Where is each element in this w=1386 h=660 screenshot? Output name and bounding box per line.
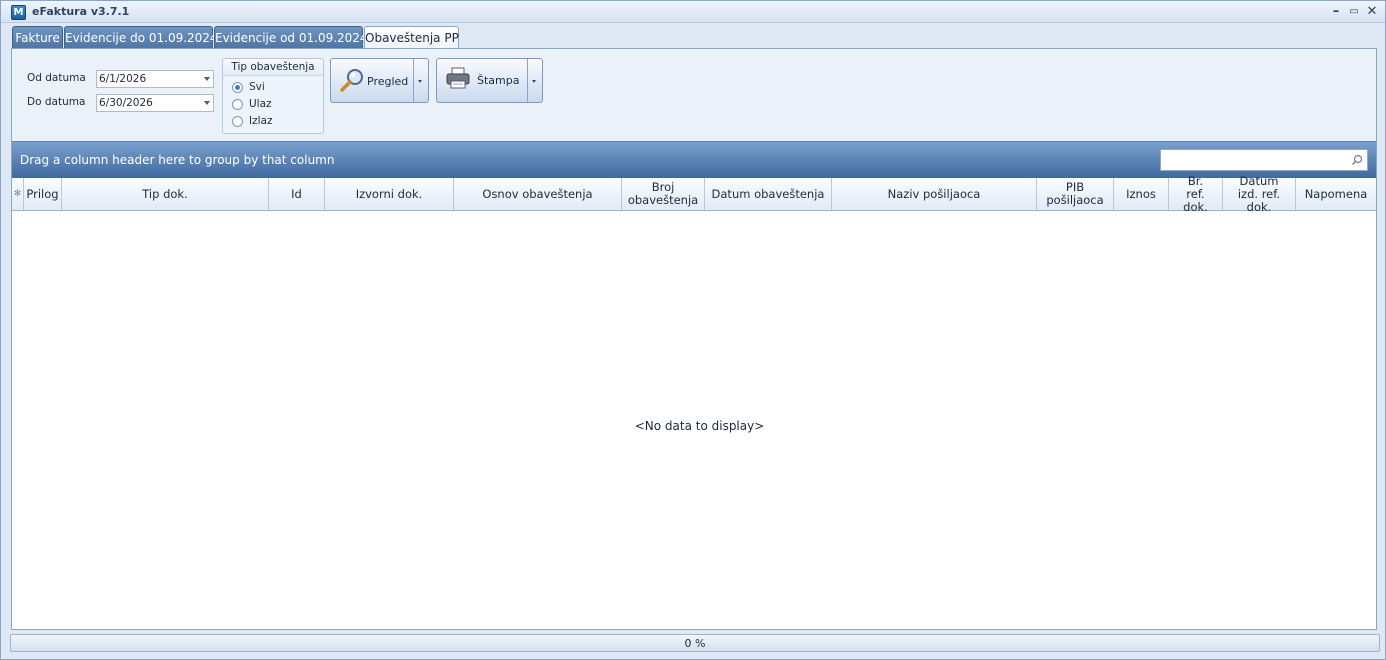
- to-date-input[interactable]: 6/30/2026: [96, 94, 214, 112]
- print-button[interactable]: Štampa: [437, 59, 528, 102]
- column-header-pib-posiljaoca[interactable]: PIB pošiljaoca: [1037, 178, 1114, 210]
- new-row-indicator-icon[interactable]: ✻: [12, 178, 24, 210]
- radio-label: Svi: [249, 81, 265, 93]
- magnifier-icon: [340, 69, 363, 92]
- column-header-datum-izd-ref-dok[interactable]: Datum izd. ref. dok.: [1223, 174, 1296, 213]
- radio-icon[interactable]: [232, 99, 243, 110]
- grid-header: ✻ Prilog Tip dok. Id Izvorni dok. Osnov …: [12, 174, 1376, 213]
- progress-bar: 0 %: [10, 634, 1380, 652]
- print-split-button[interactable]: Štampa: [436, 58, 543, 103]
- preview-split-button[interactable]: Pregled: [330, 58, 429, 103]
- preview-dropdown-arrow[interactable]: [413, 59, 428, 102]
- print-dropdown-arrow[interactable]: [527, 59, 542, 102]
- preview-button[interactable]: Pregled: [331, 59, 414, 102]
- tab-evidencije-do[interactable]: Evidencije do 01.09.2024: [64, 26, 218, 49]
- column-header-iznos[interactable]: Iznos: [1114, 178, 1169, 210]
- group-by-hint: Drag a column header here to group by th…: [20, 153, 335, 167]
- from-date-value: 6/1/2026: [99, 73, 147, 85]
- group-by-panel[interactable]: Drag a column header here to group by th…: [12, 141, 1376, 178]
- printer-icon: [446, 67, 470, 89]
- column-header-id[interactable]: Id: [269, 178, 325, 210]
- app-window: M eFaktura v3.7.1 – ▭ ✕ Fakture Evidenci…: [0, 0, 1386, 660]
- column-header-tip-dok[interactable]: Tip dok.: [62, 178, 269, 210]
- empty-grid-message: <No data to display>: [634, 419, 765, 433]
- to-date-value: 6/30/2026: [99, 97, 153, 109]
- tab-fakture[interactable]: Fakture: [12, 26, 63, 49]
- content-panel: Od datuma 6/1/2026 Do datuma 6/30/2026 T…: [11, 48, 1377, 630]
- title-bar[interactable]: M eFaktura v3.7.1 – ▭ ✕: [1, 1, 1385, 23]
- grid-search-input[interactable]: [1160, 149, 1368, 171]
- column-header-napomena[interactable]: Napomena: [1296, 178, 1376, 210]
- grid-body[interactable]: <No data to display>: [12, 211, 1376, 629]
- tab-obavestenja-pp[interactable]: Obaveštenja PP: [364, 26, 459, 50]
- radio-label: Izlaz: [249, 115, 273, 127]
- app-logo-icon: M: [11, 5, 26, 20]
- column-header-broj-obavestenja[interactable]: Broj obaveštenja: [622, 178, 705, 210]
- column-header-izvorni-dok[interactable]: Izvorni dok.: [325, 178, 454, 210]
- search-icon[interactable]: [1351, 154, 1363, 166]
- chevron-down-icon[interactable]: [204, 77, 210, 81]
- radio-icon[interactable]: [232, 116, 243, 127]
- maximize-icon[interactable]: ▭: [1346, 4, 1362, 20]
- from-date-input[interactable]: 6/1/2026: [96, 70, 214, 88]
- column-header-datum-obavestenja[interactable]: Datum obaveštenja: [705, 178, 832, 210]
- notice-type-title: Tip obaveštenja: [223, 59, 323, 76]
- print-label: Štampa: [477, 74, 520, 87]
- column-header-osnov-obavestenja[interactable]: Osnov obaveštenja: [454, 178, 622, 210]
- to-date-label: Do datuma: [27, 96, 86, 108]
- window-title: eFaktura v3.7.1: [32, 5, 130, 18]
- notice-type-group: Tip obaveštenja Svi Ulaz Izlaz: [222, 58, 324, 134]
- column-header-br-ref-dok[interactable]: Br. ref. dok.: [1169, 174, 1223, 213]
- radio-selected-icon[interactable]: [232, 82, 243, 93]
- tab-evidencije-od[interactable]: Evidencije od 01.09.2024: [214, 26, 368, 49]
- from-date-label: Od datuma: [27, 72, 86, 84]
- close-icon[interactable]: ✕: [1364, 4, 1380, 20]
- preview-label: Pregled: [367, 75, 409, 88]
- column-header-prilog[interactable]: Prilog: [24, 178, 62, 210]
- minimize-icon[interactable]: –: [1328, 4, 1344, 20]
- progress-text: 0 %: [684, 637, 706, 650]
- column-header-naziv-posiljaoca[interactable]: Naziv pošiljaoca: [832, 178, 1037, 210]
- radio-label: Ulaz: [249, 98, 272, 110]
- chevron-down-icon[interactable]: [204, 101, 210, 105]
